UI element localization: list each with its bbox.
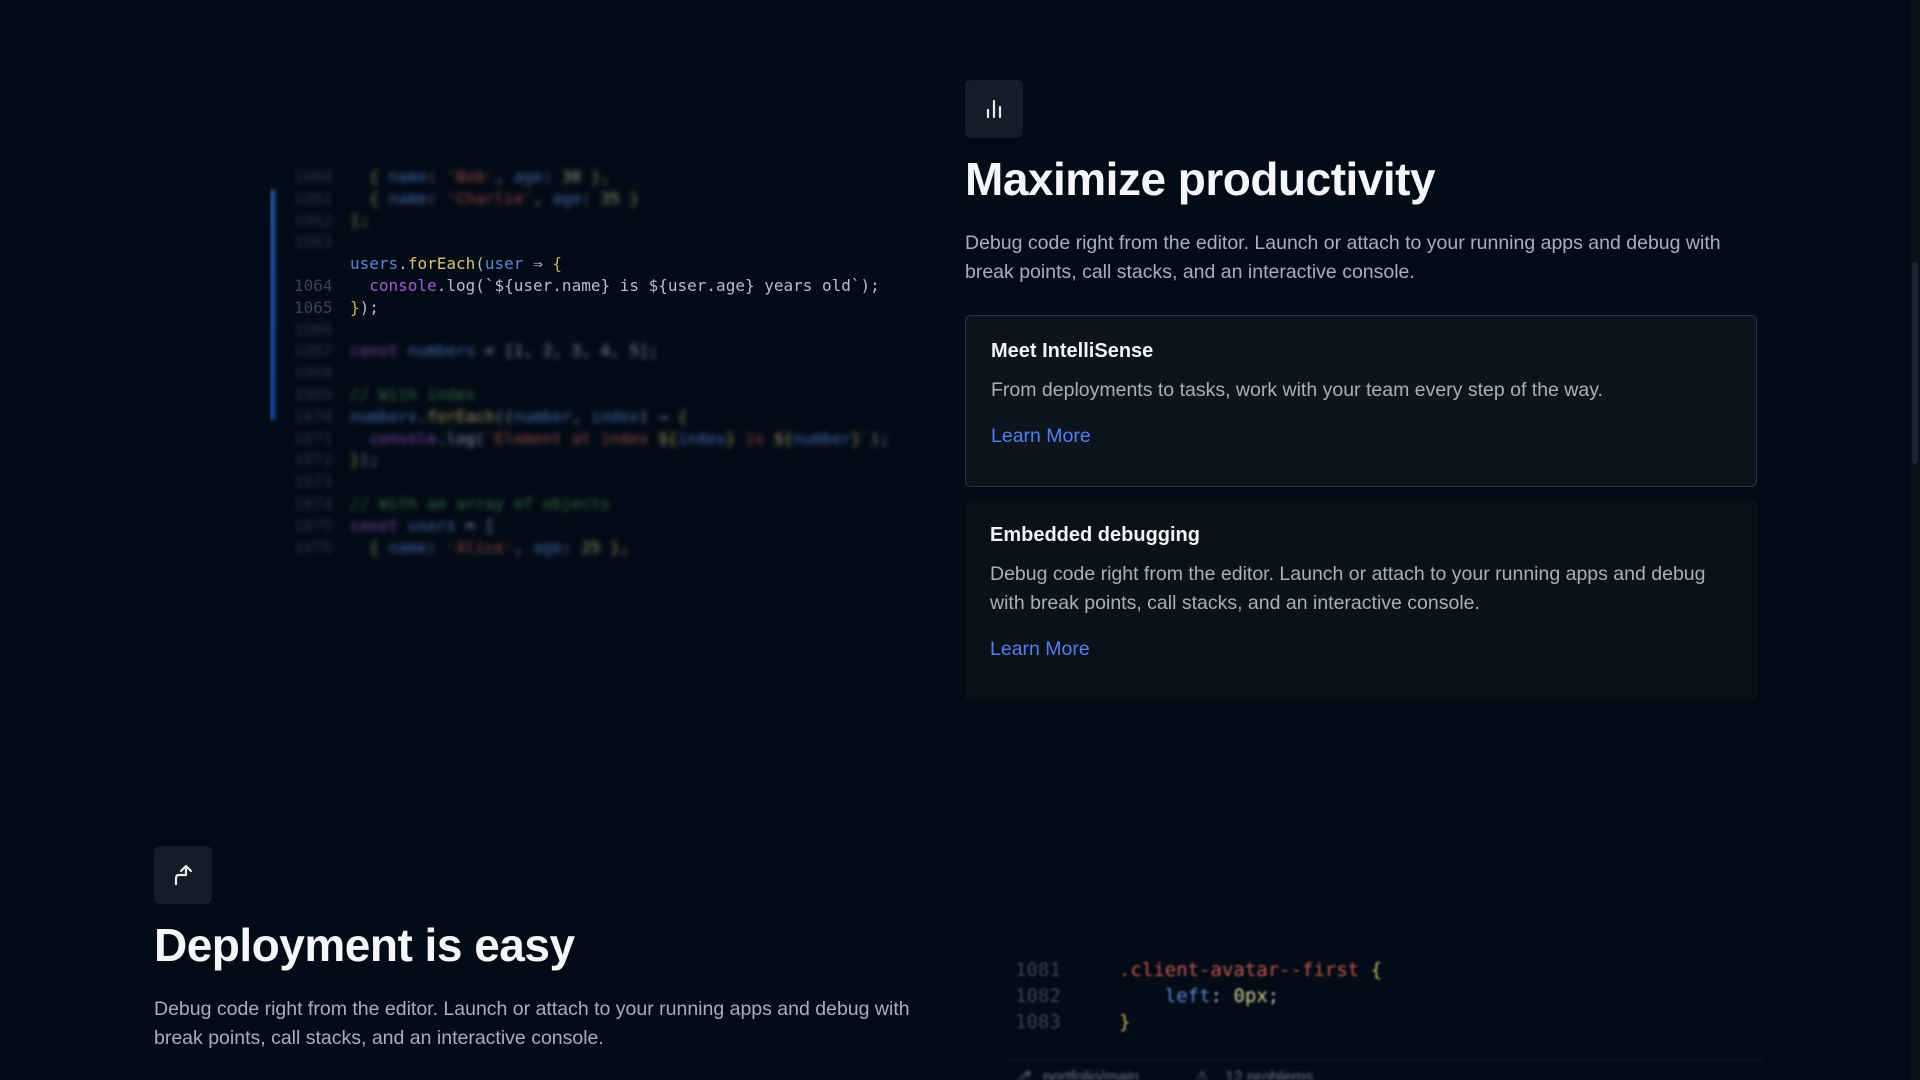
- code-line: 1082 left: 0px;: [1015, 983, 1279, 1009]
- code-line: 1066: [294, 319, 350, 341]
- code-text: numbers.forEach((number, index) ⇒ {: [350, 406, 688, 426]
- line-number: 1072: [294, 450, 333, 470]
- card-description: Debug code right from the editor. Launch…: [990, 563, 1706, 614]
- line-number: 1070: [294, 406, 333, 426]
- branch-name: portfolio/main: [1043, 1069, 1140, 1080]
- deploy-icon-box: [154, 846, 212, 904]
- code-text: { name: 'Alice', age: 25 },: [369, 537, 630, 557]
- code-text: { name: 'Bob', age: 30 },: [369, 167, 611, 186]
- code-highlight-glow: [270, 190, 275, 420]
- bar-chart-icon: [986, 99, 1002, 119]
- code-line: 1071 console.log(`Element at index ${ind…: [294, 428, 889, 450]
- code-line: 1081 .client-avatar--first {: [1015, 957, 1382, 983]
- warning-icon: ⚠: [1195, 1069, 1210, 1080]
- code-text: });: [350, 297, 379, 317]
- line-number: 1076: [294, 537, 333, 557]
- line-number: 1073: [294, 472, 333, 492]
- problems-count: 12 problems: [1225, 1069, 1314, 1080]
- line-number: 1069: [294, 385, 333, 404]
- line-number: 1068: [294, 363, 333, 383]
- git-branch-icon: ⎇: [1013, 1069, 1032, 1080]
- code-text: console.log(`${user.name} is ${user.age}…: [369, 276, 880, 295]
- learn-more-link[interactable]: Learn More: [991, 425, 1091, 448]
- code-line: 1067 const numbers = [1, 2, 3, 4, 5];: [294, 340, 658, 362]
- code-text: ];: [350, 210, 370, 230]
- card-description: From deployments to tasks, work with you…: [991, 379, 1603, 401]
- line-number: 1075: [294, 515, 333, 535]
- deployment-description: Debug code right from the editor. Launch…: [154, 998, 910, 1049]
- productivity-description: Debug code right from the editor. Launch…: [965, 232, 1721, 283]
- deployment-title: Deployment is easy: [154, 919, 575, 971]
- productivity-title: Maximize productivity: [965, 153, 1436, 205]
- code-line: 1060 { name: 'Bob', age: 30 },: [294, 166, 610, 188]
- code-line: 1069 // With index: [294, 384, 475, 406]
- code-text: users.forEach(user ⇒ {: [350, 254, 562, 274]
- code-line: 1063: [294, 231, 350, 253]
- line-number: 1064: [294, 276, 333, 295]
- code-text: console.log(`Element at index ${index} i…: [369, 428, 890, 448]
- code-text: { name: 'Charlie', age: 35 }: [369, 188, 640, 208]
- code-line: 1068: [294, 362, 350, 384]
- code-line: 1075 const users = [: [294, 515, 495, 537]
- code-line: 1064 console.log(`${user.name} is ${user…: [294, 275, 880, 297]
- line-number: 1065: [294, 297, 333, 317]
- feature-card-intellisense[interactable]: Meet IntelliSense From deployments to ta…: [965, 315, 1757, 487]
- deploy-arrow-icon: [174, 864, 193, 886]
- learn-more-link[interactable]: Learn More: [990, 638, 1090, 661]
- line-number: 1081: [1015, 959, 1061, 981]
- card-title: Embedded debugging: [990, 524, 1200, 546]
- feature-card-embedded-debugging[interactable]: Embedded debugging Debug code right from…: [965, 500, 1757, 701]
- line-number: 1074: [294, 494, 333, 513]
- line-number: 1082: [1015, 985, 1061, 1007]
- code-text: });: [350, 450, 379, 470]
- line-number: 1066: [294, 319, 333, 339]
- line-number: 1071: [294, 428, 333, 448]
- code-text: const users = [: [350, 515, 495, 535]
- code-line: 1083}: [1015, 1009, 1130, 1035]
- editor-status-bar: ⎇ portfolio/main ⚠ 12 problems: [1005, 1059, 1765, 1080]
- code-text: // With an array of objects: [350, 494, 611, 513]
- card-title: Meet IntelliSense: [991, 340, 1154, 362]
- code-text: left: 0px;: [1164, 985, 1280, 1007]
- code-line: 1065});: [294, 297, 379, 319]
- code-line: 1061 { name: 'Charlie', age: 35 }: [294, 188, 639, 210]
- code-line: 1070 numbers.forEach((number, index) ⇒ {: [294, 406, 687, 428]
- code-text: const numbers = [1, 2, 3, 4, 5];: [350, 341, 659, 361]
- code-line: 1074 // With an array of objects: [294, 493, 610, 515]
- line-number: 1062: [294, 210, 333, 230]
- line-number: 1083: [1015, 1011, 1061, 1033]
- code-text: // With index: [350, 385, 476, 404]
- code-line: 1072});: [294, 449, 379, 471]
- code-line: 1073: [294, 471, 350, 493]
- code-text: .client-avatar--first {: [1119, 959, 1383, 981]
- code-line: 1076 { name: 'Alice', age: 25 },: [294, 537, 629, 559]
- page-scrollbar[interactable]: [1910, 0, 1920, 1080]
- line-number: 1067: [294, 341, 333, 361]
- scrollbar-thumb[interactable]: [1912, 262, 1918, 464]
- line-number: 1063: [294, 232, 333, 252]
- line-number: 1060: [294, 167, 333, 186]
- code-line: 1062];: [294, 210, 369, 232]
- bar-chart-icon-box: [965, 80, 1023, 138]
- code-preview-bottom: 1081 .client-avatar--first {1082 left: 0p…: [1005, 945, 1765, 1080]
- line-number: 1061: [294, 188, 333, 208]
- code-text: }: [1119, 1011, 1131, 1033]
- code-line: users.forEach(user ⇒ {: [294, 253, 562, 275]
- code-preview-top: 1060 { name: 'Bob', age: 30 }, 1061 { nam…: [270, 160, 950, 570]
